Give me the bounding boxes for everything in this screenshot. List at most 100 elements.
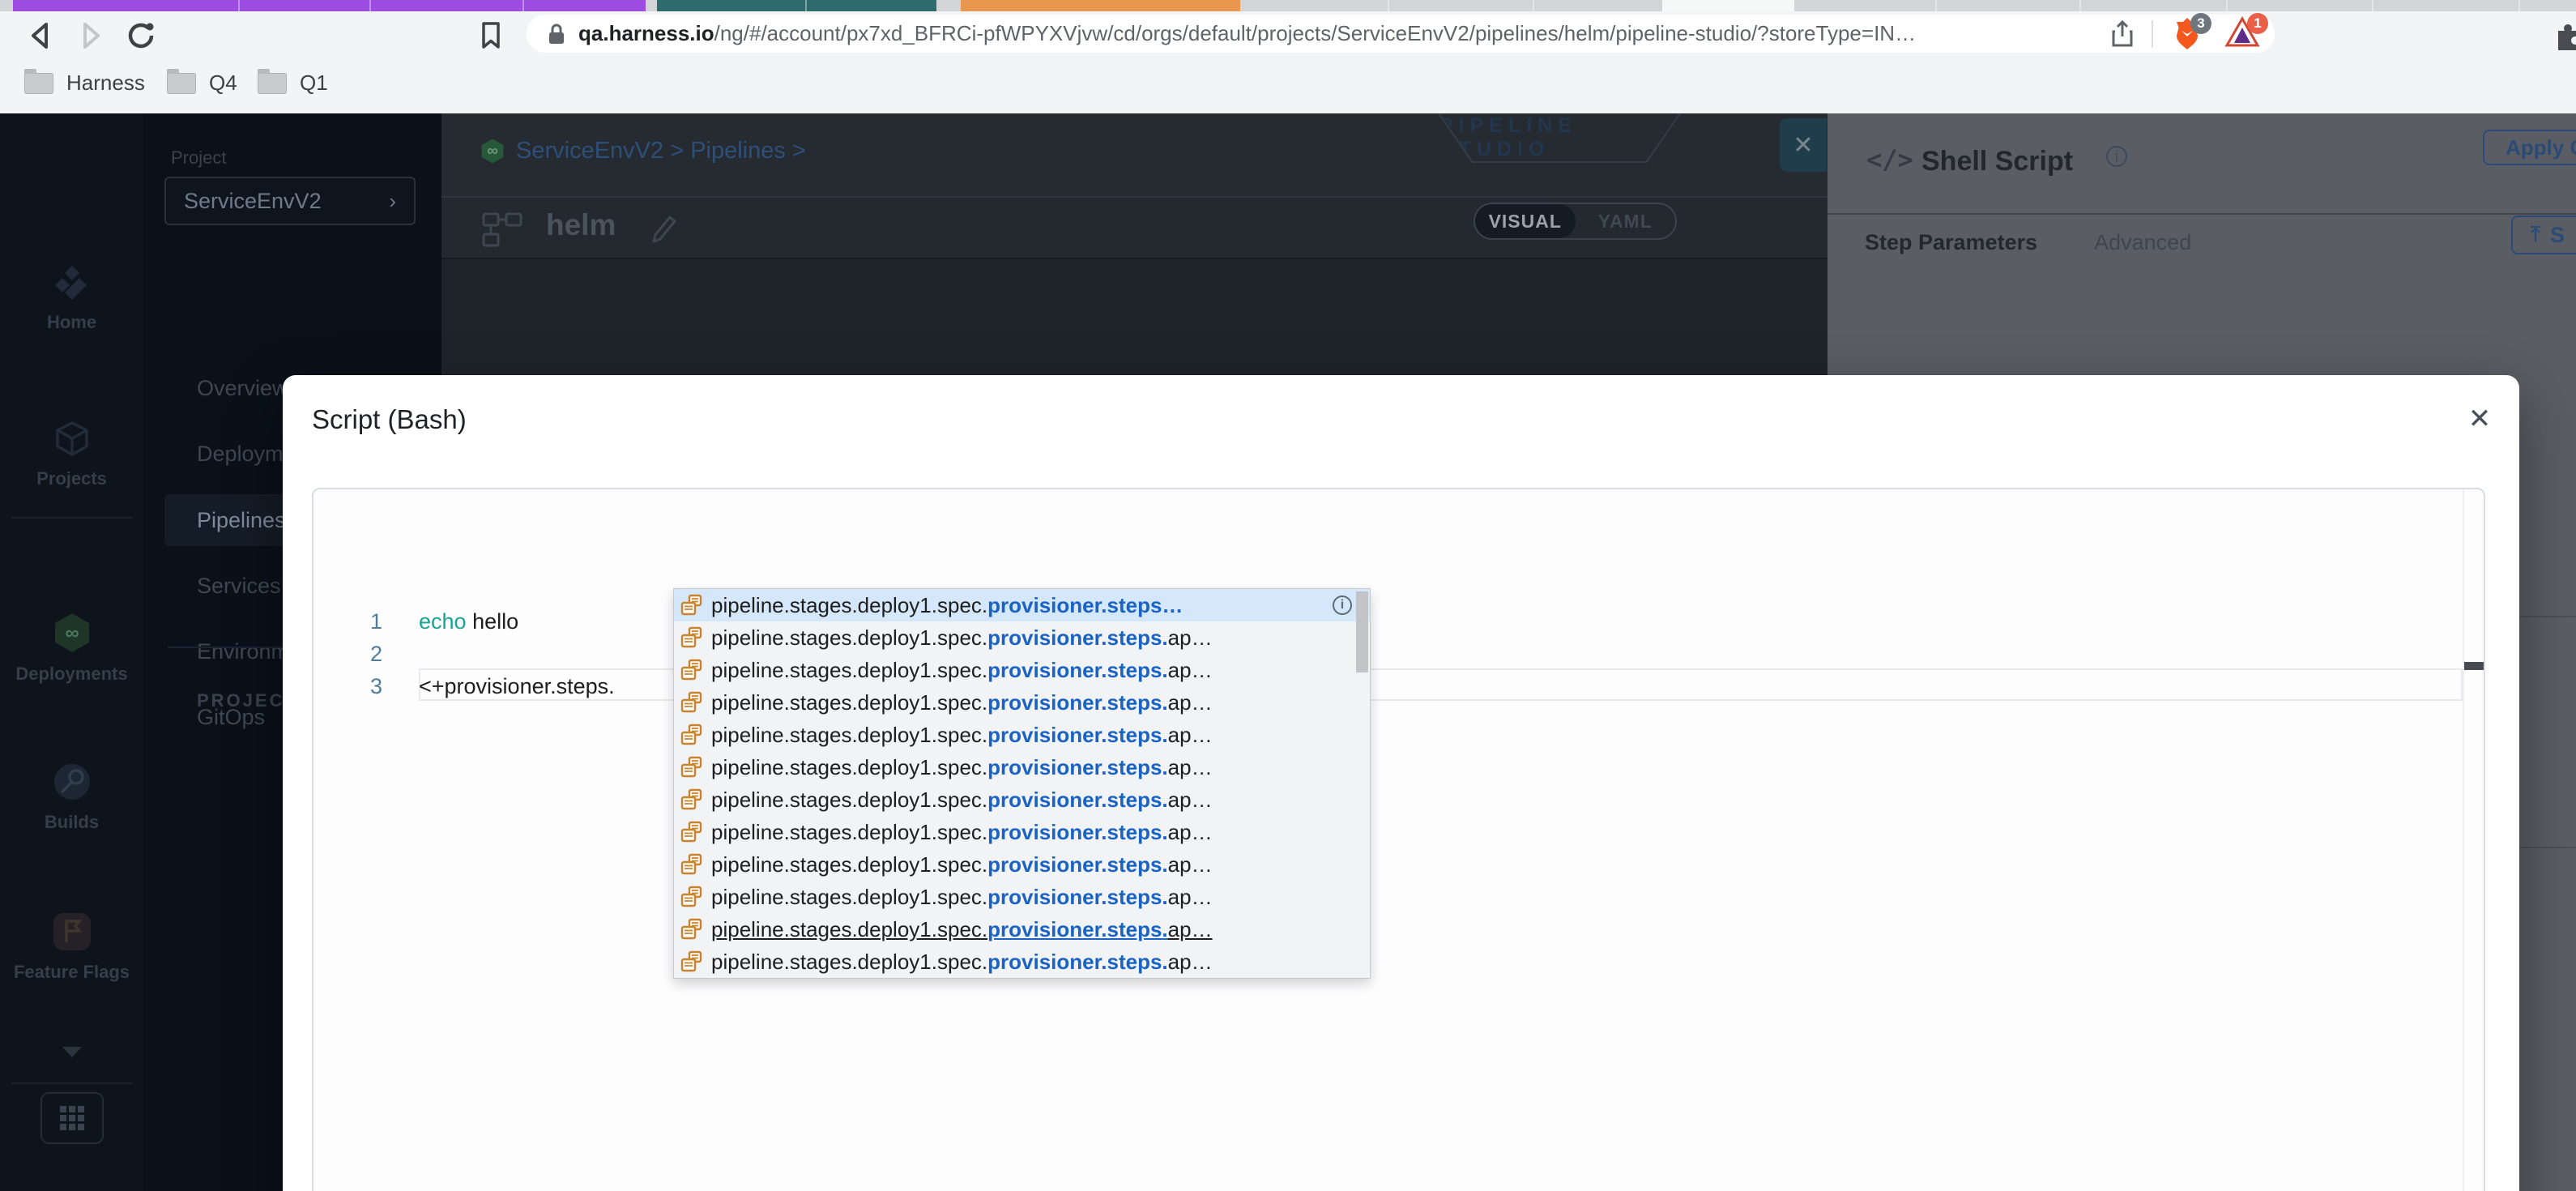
tab-divider xyxy=(1935,0,1937,11)
snippet-icon xyxy=(680,821,703,843)
apps-grid-button[interactable] xyxy=(41,1092,104,1144)
divider xyxy=(11,1082,132,1084)
drawer-tab-step-parameters[interactable]: Step Parameters xyxy=(1865,230,2037,255)
sidebar-item-builds[interactable]: Builds xyxy=(0,762,143,833)
autocomplete-item[interactable]: pipeline.stages.deploy1.spec.provisioner… xyxy=(674,913,1370,946)
sidebar-item-home[interactable]: Home xyxy=(0,263,143,333)
snippet-icon xyxy=(680,853,703,876)
project-label: Project xyxy=(171,147,227,168)
bat-rewards-icon[interactable]: 1 xyxy=(2224,12,2268,52)
autocomplete-item[interactable]: pipeline.stages.deploy1.spec.provisioner… xyxy=(674,719,1370,751)
autocomplete-item[interactable]: pipeline.stages.deploy1.spec.provisioner… xyxy=(674,881,1370,913)
autocomplete-item[interactable]: pipeline.stages.deploy1.spec.provisioner… xyxy=(674,686,1370,719)
project-selector[interactable]: ServiceEnvV2 › xyxy=(164,177,416,225)
tab-group-orange[interactable] xyxy=(961,0,1240,11)
autocomplete-text: pipeline.stages.deploy1.spec.provisioner… xyxy=(711,787,1213,812)
folder-icon xyxy=(167,68,196,94)
divider xyxy=(2518,847,2576,848)
chevron-down-icon[interactable] xyxy=(62,1047,82,1057)
project-selector-value: ServiceEnvV2 xyxy=(184,188,322,213)
home-icon xyxy=(53,263,92,302)
snippet-icon xyxy=(680,950,703,973)
edit-pencil-icon[interactable] xyxy=(649,211,680,243)
code-editor[interactable]: 1 echo hello 2 3 <+provisioner.steps. xyxy=(312,488,2485,1191)
autocomplete-text: pipeline.stages.deploy1.spec.provisioner… xyxy=(711,852,1213,877)
line-number: 3 xyxy=(369,674,382,698)
breadcrumb-row: ∞ ServiceEnvV2 > Pipelines > PIPELINE ST… xyxy=(441,113,1828,196)
deployments-icon: ∞ xyxy=(51,612,93,654)
svg-text:∞: ∞ xyxy=(65,622,79,644)
url-bar[interactable]: qa.harness.io/ng/#/account/px7xd_BFRCi-p… xyxy=(527,12,2275,53)
sidebar-item-projects[interactable]: Projects xyxy=(0,420,143,489)
step-title: Shell Script xyxy=(1921,146,2074,177)
browser-tab-strip[interactable] xyxy=(0,0,2576,11)
tab-divider xyxy=(2226,0,2228,11)
toggle-visual[interactable]: VISUAL xyxy=(1475,204,1576,238)
brave-shields-icon[interactable]: 3 xyxy=(2171,12,2211,52)
urlbar-right-icons: 3 1 xyxy=(2111,12,2268,52)
extensions-puzzle-icon[interactable] xyxy=(2548,16,2576,55)
sidebar-item-label: Builds xyxy=(44,812,100,832)
autocomplete-item[interactable]: pipeline.stages.deploy1.spec.provisioner… xyxy=(674,783,1370,816)
autocomplete-item[interactable]: pipeline.stages.deploy1.spec.provisioner… xyxy=(674,946,1370,978)
tab-divider xyxy=(369,0,371,11)
bookmark-label: Harness xyxy=(66,70,145,95)
toggle-yaml[interactable]: YAML xyxy=(1576,204,1676,238)
autocomplete-item[interactable]: pipeline.stages.deploy1.spec.provisioner… xyxy=(674,589,1370,621)
screen: qa.harness.io/ng/#/account/px7xd_BFRCi-p… xyxy=(0,0,2576,1191)
flag-icon xyxy=(52,911,92,952)
builds-icon xyxy=(52,762,92,802)
info-icon[interactable]: i xyxy=(2106,146,2127,167)
apply-changes-button[interactable]: Apply Ch xyxy=(2483,130,2576,165)
drawer-tab-advanced[interactable]: Advanced xyxy=(2094,230,2191,255)
breadcrumb-text[interactable]: ServiceEnvV2 > Pipelines > xyxy=(516,138,806,164)
breadcrumb[interactable]: ∞ ServiceEnvV2 > Pipelines > xyxy=(480,138,806,164)
drawer-tabs: Step Parameters Advanced xyxy=(1865,230,2191,255)
autocomplete-text: pipeline.stages.deploy1.spec.provisioner… xyxy=(711,884,1213,909)
divider xyxy=(2518,616,2576,617)
autocomplete-item[interactable]: pipeline.stages.deploy1.spec.provisioner… xyxy=(674,654,1370,686)
drawer-titlebar: </> Shell Script i Apply Ch xyxy=(1828,113,2576,213)
bookmark-q1[interactable]: Q1 xyxy=(258,68,328,96)
autocomplete-item[interactable]: pipeline.stages.deploy1.spec.provisioner… xyxy=(674,816,1370,848)
share-icon[interactable] xyxy=(2111,19,2134,48)
sidebar-item-feature-flags[interactable]: Feature Flags xyxy=(0,911,143,983)
info-icon[interactable]: i xyxy=(1333,596,1352,615)
reading-list-icon[interactable] xyxy=(471,16,510,55)
tab-group-purple[interactable] xyxy=(13,0,646,11)
autocomplete-dropdown[interactable]: pipeline.stages.deploy1.spec.provisioner… xyxy=(673,588,1371,979)
snippet-icon xyxy=(680,691,703,714)
modal-close-button[interactable]: ✕ xyxy=(2460,399,2499,438)
line-number: 2 xyxy=(369,642,382,666)
autocomplete-item[interactable]: pipeline.stages.deploy1.spec.provisioner… xyxy=(674,751,1370,783)
save-as-template-button[interactable]: ⤒ S xyxy=(2511,216,2576,254)
bookmark-harness[interactable]: Harness xyxy=(24,68,145,96)
tab-group-teal[interactable] xyxy=(657,0,936,11)
folder-icon xyxy=(258,68,287,94)
pipeline-studio-banner: PIPELINE STUDIO xyxy=(1438,113,1681,163)
close-studio-button[interactable]: ✕ xyxy=(1780,118,1827,172)
reload-button[interactable] xyxy=(122,16,160,55)
autocomplete-item[interactable]: pipeline.stages.deploy1.spec.provisioner… xyxy=(674,621,1370,654)
brave-badge: 3 xyxy=(2190,12,2211,34)
autocomplete-item[interactable]: pipeline.stages.deploy1.spec.provisioner… xyxy=(674,848,1370,881)
divider xyxy=(2152,19,2153,48)
harness-app: Home Projects ∞ Deployments Builds Feature Fl… xyxy=(0,113,2576,1191)
bookmark-q4[interactable]: Q4 xyxy=(167,68,237,96)
sidebar-item-label: Feature Flags xyxy=(13,962,130,982)
autocomplete-text: pipeline.stages.deploy1.spec.provisioner… xyxy=(711,592,1184,617)
overview-ruler xyxy=(2463,489,2464,1191)
scrollbar-thumb[interactable] xyxy=(1356,591,1368,672)
url-text[interactable]: qa.harness.io/ng/#/account/px7xd_BFRCi-p… xyxy=(578,21,2111,46)
active-tab[interactable] xyxy=(1662,0,1794,11)
forward-button[interactable] xyxy=(71,16,110,55)
divider xyxy=(11,517,132,519)
code-text: echo hello xyxy=(419,609,519,634)
sidebar-item-deployments[interactable]: ∞ Deployments xyxy=(0,612,143,685)
snippet-icon xyxy=(680,756,703,779)
visual-yaml-toggle[interactable]: VISUAL YAML xyxy=(1474,203,1677,240)
script-editor-modal: Script (Bash) ✕ 1 echo hello 2 3 <+provision… xyxy=(283,375,2519,1191)
back-button[interactable] xyxy=(21,16,60,55)
arrow-up-to-bar-icon: ⤒ xyxy=(2531,222,2540,246)
tab-divider xyxy=(522,0,524,11)
